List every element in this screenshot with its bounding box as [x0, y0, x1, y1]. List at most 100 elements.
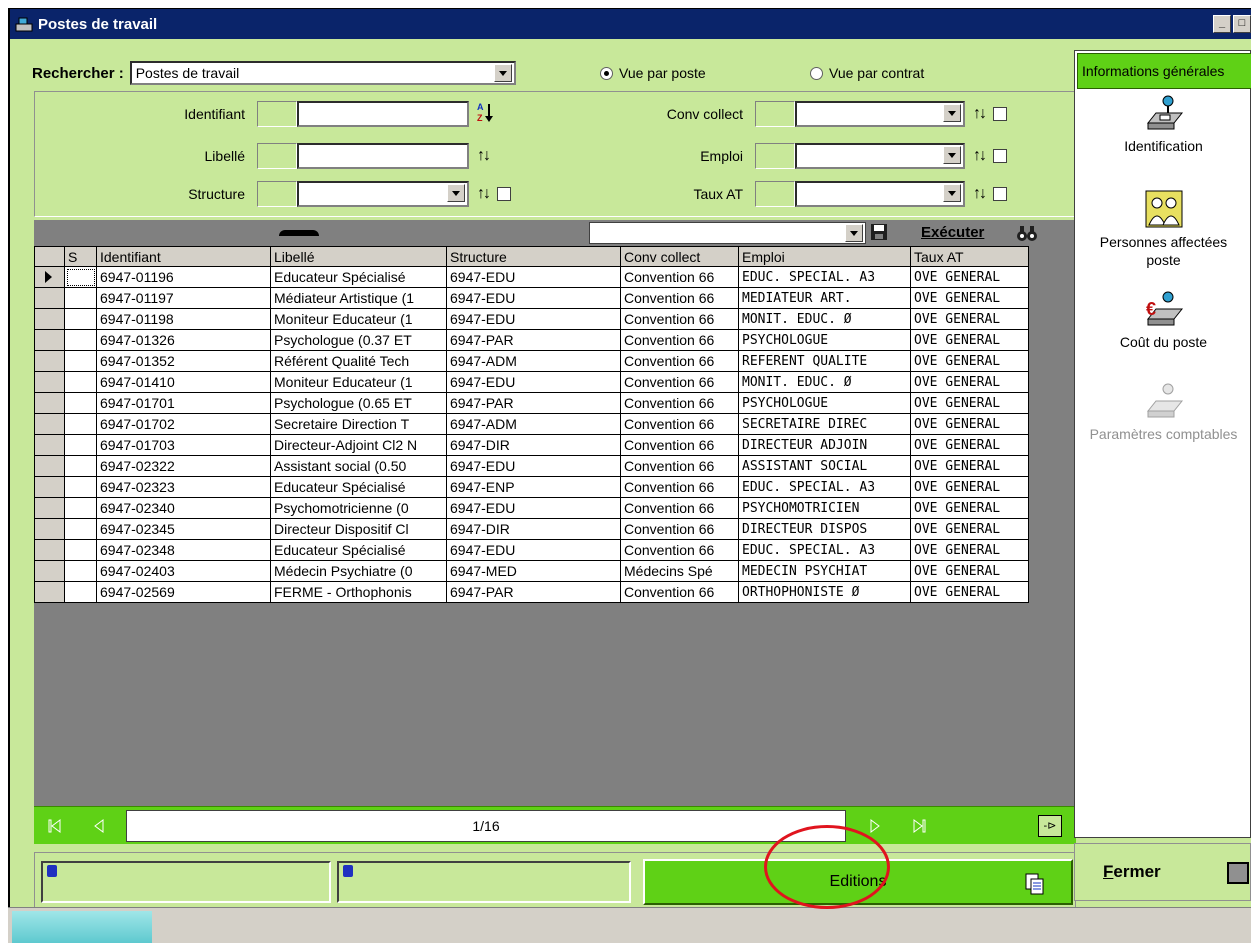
cell-conv-collect[interactable]: Convention 66	[620, 581, 739, 603]
execute-button[interactable]: Exécuter	[921, 224, 984, 241]
cell-emploi[interactable]: EDUC. SPECIAL. A3	[738, 539, 911, 561]
cell-libelle[interactable]: Psychologue (0.37 ET	[270, 329, 447, 351]
cell-libelle[interactable]: FERME - Orthophonis	[270, 581, 447, 603]
cell-taux-at[interactable]: OVE GENERAL	[910, 308, 1029, 330]
cell-structure[interactable]: 6947-EDU	[446, 266, 621, 288]
table-row[interactable]: 6947-01197 Médiateur Artistique (1 6947-ED…	[34, 287, 1029, 309]
cell-emploi[interactable]: PSYCHOLOGUE	[738, 392, 911, 414]
conv-collect-checkbox[interactable]	[993, 107, 1007, 121]
cell-identifiant[interactable]: 6947-02340	[96, 497, 271, 519]
cell-libelle[interactable]: Référent Qualité Tech	[270, 350, 447, 372]
sort-updown-icon[interactable]: ↑↓	[973, 147, 987, 165]
cell-taux-at[interactable]: OVE GENERAL	[910, 350, 1029, 372]
column-header-identifiant[interactable]: Identifiant	[96, 246, 271, 267]
collapse-handle-icon[interactable]	[279, 230, 319, 236]
close-button[interactable]: Fermer	[1074, 843, 1251, 901]
row-selector[interactable]	[34, 392, 65, 414]
cell-emploi[interactable]: ASSISTANT SOCIAL	[738, 455, 911, 477]
cell-conv-collect[interactable]: Convention 66	[620, 392, 739, 414]
cell-structure[interactable]: 6947-PAR	[446, 581, 621, 603]
column-header-emploi[interactable]: Emploi	[738, 246, 911, 267]
table-row[interactable]: 6947-01702 Secretaire Direction T 6947-ADM…	[34, 413, 1029, 435]
structure-select[interactable]	[297, 181, 469, 207]
cell-structure[interactable]: 6947-MED	[446, 560, 621, 582]
cell-s[interactable]	[64, 413, 97, 435]
table-row[interactable]: 6947-01352 Référent Qualité Tech 6947-ADM C…	[34, 350, 1029, 372]
cell-s[interactable]	[64, 371, 97, 393]
row-selector[interactable]	[34, 539, 65, 561]
cell-libelle[interactable]: Assistant social (0.50	[270, 455, 447, 477]
cell-libelle[interactable]: Educateur Spécialisé	[270, 539, 447, 561]
cell-conv-collect[interactable]: Convention 66	[620, 476, 739, 498]
cell-conv-collect[interactable]: Convention 66	[620, 434, 739, 456]
chevron-down-icon[interactable]	[447, 184, 465, 202]
cell-identifiant[interactable]: 6947-01352	[96, 350, 271, 372]
cell-emploi[interactable]: MONIT. EDUC. Ø	[738, 371, 911, 393]
row-selector[interactable]	[34, 350, 65, 372]
chevron-down-icon[interactable]	[943, 104, 961, 122]
cell-structure[interactable]: 6947-ADM	[446, 413, 621, 435]
cell-taux-at[interactable]: OVE GENERAL	[910, 287, 1029, 309]
cell-structure[interactable]: 6947-EDU	[446, 371, 621, 393]
cell-structure[interactable]: 6947-EDU	[446, 497, 621, 519]
side-item-personnes-affectees[interactable]: Personnes affectées poste	[1075, 189, 1251, 269]
cell-emploi[interactable]: EDUC. SPECIAL. A3	[738, 476, 911, 498]
cell-conv-collect[interactable]: Convention 66	[620, 287, 739, 309]
cell-emploi[interactable]: MONIT. EDUC. Ø	[738, 308, 911, 330]
cell-s[interactable]	[64, 560, 97, 582]
cell-conv-collect[interactable]: Convention 66	[620, 350, 739, 372]
next-record-button[interactable]	[862, 813, 888, 839]
cell-emploi[interactable]: PSYCHOLOGUE	[738, 329, 911, 351]
previous-record-button[interactable]	[86, 813, 112, 839]
cell-structure[interactable]: 6947-ADM	[446, 350, 621, 372]
save-icon[interactable]	[870, 223, 888, 241]
cell-taux-at[interactable]: OVE GENERAL	[910, 413, 1029, 435]
taux-at-select[interactable]	[795, 181, 965, 207]
row-selector[interactable]	[34, 371, 65, 393]
table-row[interactable]: 6947-01410 Moniteur Educateur (1 6947-EDU C…	[34, 371, 1029, 393]
cell-taux-at[interactable]: OVE GENERAL	[910, 581, 1029, 603]
cell-s[interactable]	[64, 287, 97, 309]
search-select[interactable]: Postes de travail	[129, 61, 516, 85]
chevron-down-icon[interactable]	[493, 64, 512, 82]
cell-conv-collect[interactable]: Convention 66	[620, 371, 739, 393]
cell-s[interactable]	[64, 455, 97, 477]
sort-updown-icon[interactable]: ↑↓	[973, 105, 987, 123]
cell-libelle[interactable]: Directeur-Adjoint Cl2 N	[270, 434, 447, 456]
cell-s[interactable]	[64, 329, 97, 351]
table-row[interactable]: 6947-01326 Psychologue (0.37 ET 6947-PAR Co…	[34, 329, 1029, 351]
cell-identifiant[interactable]: 6947-01701	[96, 392, 271, 414]
column-header-libelle[interactable]: Libellé	[270, 246, 447, 267]
saved-query-select[interactable]	[589, 222, 866, 244]
cell-conv-collect[interactable]: Convention 66	[620, 308, 739, 330]
cell-s[interactable]	[64, 350, 97, 372]
cell-libelle[interactable]: Médecin Psychiatre (0	[270, 560, 447, 582]
cell-emploi[interactable]: REFERENT QUALITE	[738, 350, 911, 372]
cell-identifiant[interactable]: 6947-02322	[96, 455, 271, 477]
table-row[interactable]: 6947-02569 FERME - Orthophonis 6947-PAR Con…	[34, 581, 1029, 603]
cell-identifiant[interactable]: 6947-01326	[96, 329, 271, 351]
radio-vue-par-contrat[interactable]: Vue par contrat	[810, 65, 924, 81]
cell-taux-at[interactable]: OVE GENERAL	[910, 560, 1029, 582]
cell-conv-collect[interactable]: Convention 66	[620, 413, 739, 435]
cell-identifiant[interactable]: 6947-02569	[96, 581, 271, 603]
column-header-s[interactable]: S	[64, 246, 97, 267]
cell-structure[interactable]: 6947-ENP	[446, 476, 621, 498]
cell-identifiant[interactable]: 6947-01702	[96, 413, 271, 435]
cell-taux-at[interactable]: OVE GENERAL	[910, 455, 1029, 477]
cell-structure[interactable]: 6947-EDU	[446, 539, 621, 561]
cell-emploi[interactable]: MEDECIN PSYCHIAT	[738, 560, 911, 582]
row-selector[interactable]	[34, 287, 65, 309]
cell-s[interactable]	[64, 476, 97, 498]
radio-vue-par-poste[interactable]: Vue par poste	[600, 65, 706, 81]
identifiant-input[interactable]	[297, 101, 469, 127]
cell-taux-at[interactable]: OVE GENERAL	[910, 497, 1029, 519]
cell-libelle[interactable]: Educateur Spécialisé	[270, 476, 447, 498]
cell-libelle[interactable]: Moniteur Educateur (1	[270, 308, 447, 330]
table-row[interactable]: 6947-02345 Directeur Dispositif Cl 6947-DI…	[34, 518, 1029, 540]
cell-conv-collect[interactable]: Convention 66	[620, 518, 739, 540]
filter-operator[interactable]	[257, 101, 297, 127]
table-row[interactable]: 6947-02348 Educateur Spécialisé 6947-EDU Co…	[34, 539, 1029, 561]
cell-structure[interactable]: 6947-EDU	[446, 308, 621, 330]
row-selector[interactable]	[34, 560, 65, 582]
